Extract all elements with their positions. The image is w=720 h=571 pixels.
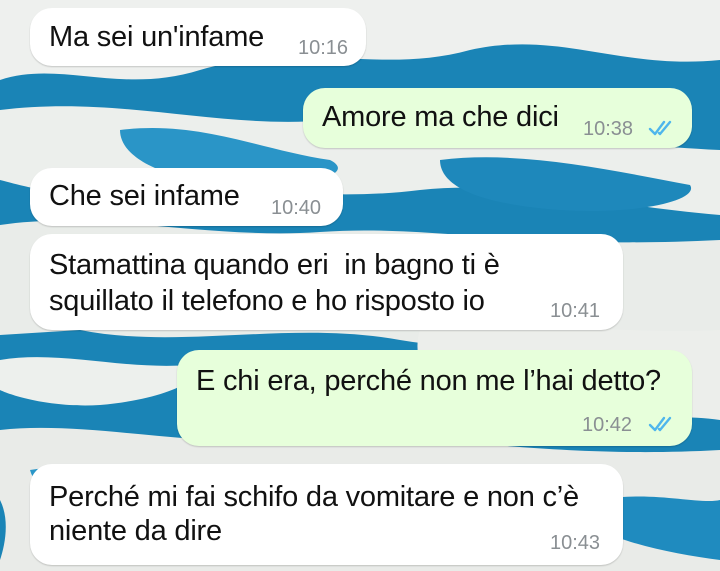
incoming-message-bubble[interactable]: Perché mi fai schifo da vomitare e non c… xyxy=(30,464,623,565)
outgoing-message-bubble[interactable]: Amore ma che dici 10:38 xyxy=(303,88,692,148)
message-text-line-2: squillato il telefono e ho risposto io xyxy=(49,285,485,317)
message-text-line-2: niente da dire xyxy=(49,515,222,547)
message-text: Che sei infame xyxy=(49,180,240,212)
message-text: E chi era, perché non me l’hai detto? xyxy=(196,365,661,397)
incoming-message-bubble[interactable]: Che sei infame 10:40 xyxy=(30,168,343,226)
message-timestamp: 10:41 xyxy=(550,300,601,322)
message-timestamp: 10:42 xyxy=(582,414,633,436)
message-text-line-1: Perché mi fai schifo da vomitare e non c… xyxy=(49,481,579,513)
message-timestamp: 10:40 xyxy=(271,197,322,219)
read-double-check-icon xyxy=(648,416,672,432)
message-text: Ma sei un'infame xyxy=(49,21,265,53)
message-text: Amore ma che dici xyxy=(322,101,559,133)
incoming-message-bubble[interactable]: Ma sei un'infame 10:16 xyxy=(30,8,366,66)
incoming-message-bubble[interactable]: Stamattina quando eri in bagno ti è squi… xyxy=(30,234,623,330)
message-timestamp: 10:16 xyxy=(298,37,349,59)
message-timestamp: 10:38 xyxy=(583,118,634,140)
outgoing-message-bubble[interactable]: E chi era, perché non me l’hai detto? 10… xyxy=(177,350,692,446)
message-timestamp: 10:43 xyxy=(550,532,601,554)
message-text-line-1: Stamattina quando eri in bagno ti è xyxy=(49,249,500,281)
read-double-check-icon xyxy=(648,120,672,136)
